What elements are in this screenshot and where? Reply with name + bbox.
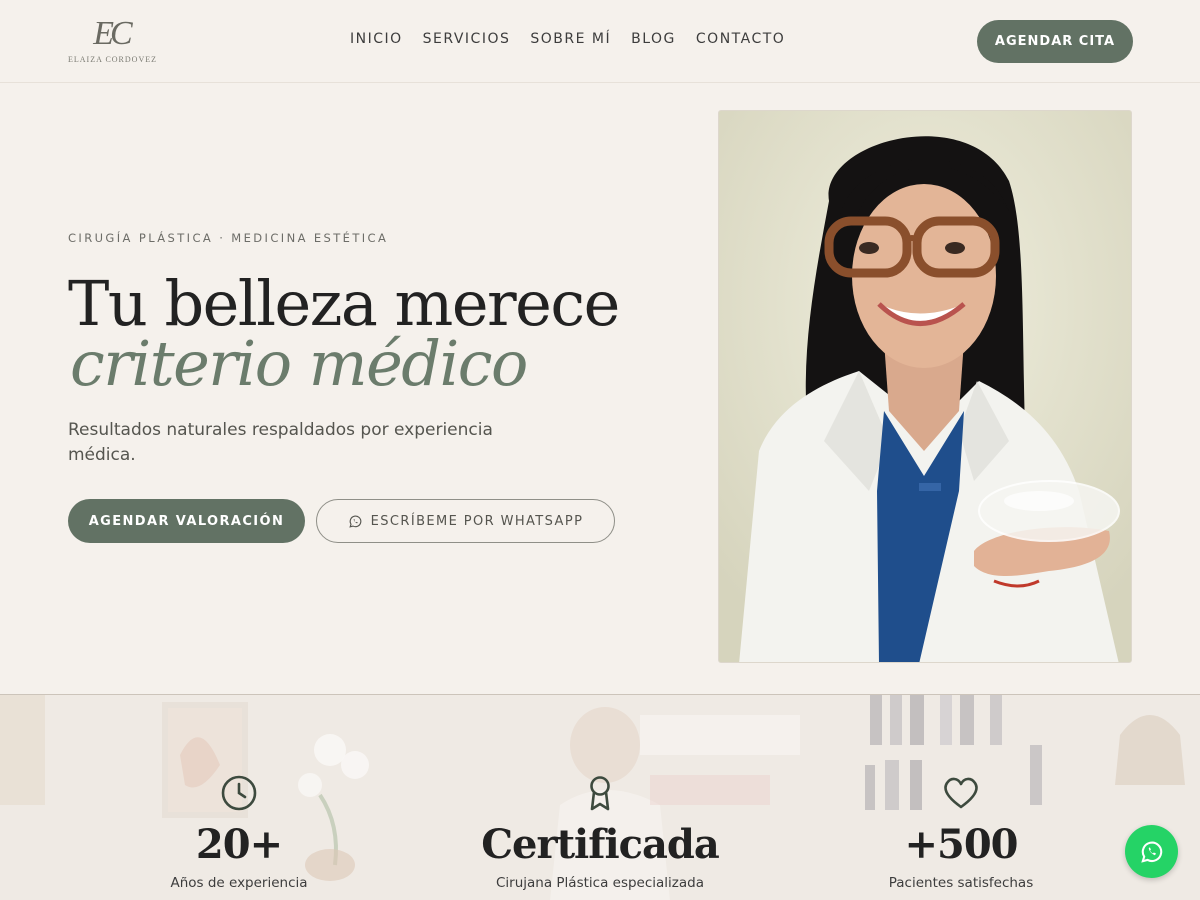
clock-icon [221,775,257,811]
nav-item-sobre-mi[interactable]: SOBRE MÍ [530,31,611,47]
award-icon [590,776,610,811]
heart-icon [944,777,978,809]
agendar-valoracion-button[interactable]: AGENDAR VALORACIÓN [68,499,305,543]
site-header: EC ELAIZA CORDOVEZ INICIO SERVICIOS SOBR… [0,0,1200,83]
nav-item-servicios[interactable]: SERVICIOS [423,31,511,47]
logo[interactable]: EC ELAIZA CORDOVEZ [68,15,157,70]
whatsapp-icon [349,515,362,528]
hero-subtitle: Resultados naturales respaldados por exp… [68,420,493,465]
stat-value: Certificada [481,821,720,868]
whatsapp-icon [1140,841,1162,863]
nav-item-blog[interactable]: BLOG [631,31,676,47]
whatsapp-floating-button[interactable] [1125,825,1178,878]
hero-eyebrow: CIRUGÍA PLÁSTICA · MEDICINA ESTÉTICA [68,231,389,245]
nav-item-inicio[interactable]: INICIO [350,31,403,47]
stats-section: 20+ Años de experiencia Certificada Ciru… [0,694,1200,900]
stat-label: Cirujana Plástica especializada [495,875,705,891]
nav-item-contacto[interactable]: CONTACTO [696,31,785,47]
logo-name: ELAIZA CORDOVEZ [68,55,157,64]
hero-title-italic: criterio médico [70,327,528,400]
main-nav: INICIO SERVICIOS SOBRE MÍ BLOG CONTACTO [350,31,805,47]
whatsapp-button-label: ESCRÍBEME POR WHATSAPP [370,513,584,529]
doctor-portrait-image [719,111,1131,662]
logo-monogram: EC [93,15,132,52]
stat-label: Pacientes satisfechas [888,875,1034,891]
agendar-cita-button[interactable]: AGENDAR CITA [977,20,1133,63]
doctor-portrait [718,110,1132,663]
stat-value: 20+ [195,821,283,868]
whatsapp-button[interactable]: ESCRÍBEME POR WHATSAPP [316,499,615,543]
stat-label: Años de experiencia [170,875,308,891]
stat-value: +500 [904,821,1018,868]
